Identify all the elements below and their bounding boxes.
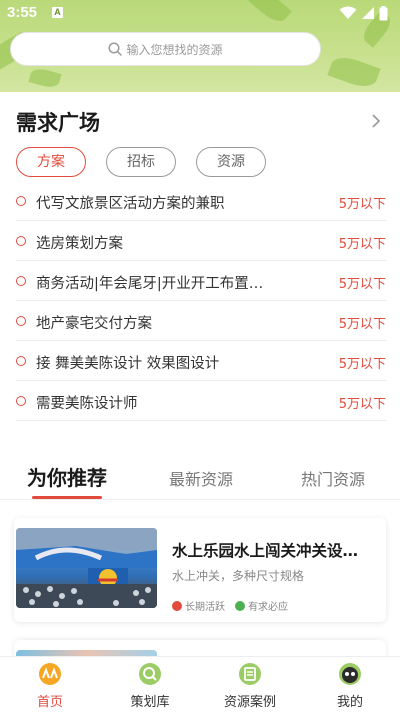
list-item[interactable]: 地产豪宅交付方案 5万以下 (16, 301, 386, 341)
tag-responsive: 有求必应 (235, 598, 288, 613)
header-banner: 3:55 A 输入您想找的资源 (0, 0, 400, 92)
demand-filter-tabs: 方案 招标 资源 (16, 147, 266, 177)
battery-icon (379, 5, 388, 20)
search-placeholder: 输入您想找的资源 (126, 42, 223, 57)
nav-resource-cases[interactable]: 资源案例 (200, 657, 300, 712)
demand-budget: 5万以下 (338, 237, 386, 252)
demand-budget: 5万以下 (338, 277, 386, 292)
resource-cases-icon (239, 663, 261, 685)
status-icons (339, 5, 388, 21)
demand-list: 代写文旅景区活动方案的兼职 5万以下 选房策划方案 5万以下 商务活动|年会尾牙… (16, 181, 386, 421)
home-icon (39, 663, 61, 685)
list-item[interactable]: 商务活动|年会尾牙|开业开工布置… 5万以下 (16, 261, 386, 301)
list-item[interactable]: 需要美陈设计师 5万以下 (16, 381, 386, 421)
planning-library-icon (139, 663, 161, 685)
nav-label: 首页 (36, 695, 63, 710)
bullet-icon (16, 356, 26, 366)
status-bar: 3:55 A (0, 0, 400, 26)
bullet-icon (16, 236, 26, 246)
chevron-right-icon[interactable] (368, 113, 384, 129)
wifi-icon (339, 6, 357, 19)
demand-square-title: 需求广场 (16, 111, 100, 135)
demand-budget: 5万以下 (338, 397, 386, 412)
check-icon (235, 600, 245, 611)
demand-budget: 5万以下 (338, 317, 386, 332)
bullet-icon (16, 316, 26, 326)
resource-tags: 长期活跃 有求必应 (172, 598, 288, 613)
search-icon (108, 42, 123, 56)
active-tab-indicator (32, 496, 102, 499)
demand-title: 选房策划方案 (36, 236, 123, 252)
bullet-icon (16, 196, 26, 206)
demand-title: 接 舞美美陈设计 效果图设计 (36, 356, 220, 372)
tag-label: 长期活跃 (185, 602, 225, 613)
demand-budget: 5万以下 (338, 357, 386, 372)
demand-title: 需要美陈设计师 (36, 396, 138, 412)
tab-recommended[interactable]: 为你推荐 (20, 456, 114, 500)
water-park-image (16, 528, 157, 608)
nav-profile[interactable]: 我的 (300, 657, 400, 712)
signal-icon (362, 7, 374, 19)
resource-thumbnail (16, 528, 157, 608)
resource-title: 水上乐园水上闯关冲关设… (172, 542, 359, 560)
recommend-tabs: 为你推荐 最新资源 热门资源 (0, 456, 400, 500)
bullet-icon (16, 396, 26, 406)
list-item[interactable]: 代写文旅景区活动方案的兼职 5万以下 (16, 181, 386, 221)
profile-icon (339, 663, 361, 685)
status-time: 3:55 (7, 4, 38, 21)
resource-card[interactable]: 水上乐园水上闯关冲关设… 水上冲关，多种尺寸规格 长期活跃 有求必应 (14, 518, 386, 622)
nav-label: 我的 (336, 695, 363, 710)
list-item[interactable]: 接 舞美美陈设计 效果图设计 5万以下 (16, 341, 386, 381)
nav-planning-library[interactable]: 策划库 (100, 657, 200, 712)
demand-budget: 5万以下 (338, 197, 386, 212)
demand-title: 商务活动|年会尾牙|开业开工布置… (36, 276, 264, 292)
resource-subtitle: 水上冲关，多种尺寸规格 (172, 569, 305, 583)
bullet-icon (16, 276, 26, 286)
tab-latest[interactable]: 最新资源 (154, 456, 248, 500)
nav-label: 策划库 (130, 695, 170, 710)
tag-label: 有求必应 (248, 602, 288, 613)
demand-title: 代写文旅景区活动方案的兼职 (36, 196, 225, 212)
tag-long-active: 长期活跃 (172, 598, 225, 613)
list-item[interactable]: 选房策划方案 5万以下 (16, 221, 386, 261)
tab-popular[interactable]: 热门资源 (286, 456, 380, 500)
nav-home[interactable]: 首页 (0, 657, 100, 712)
search-bar[interactable]: 输入您想找的资源 (10, 32, 321, 66)
notification-icon: A (52, 7, 63, 18)
filter-tab-resource[interactable]: 资源 (196, 147, 266, 177)
filter-tab-plan[interactable]: 方案 (16, 147, 86, 177)
leaf-decoration (28, 66, 62, 90)
leaf-decoration (327, 52, 381, 92)
filter-tab-bidding[interactable]: 招标 (106, 147, 176, 177)
demand-title: 地产豪宅交付方案 (36, 316, 152, 332)
bottom-nav: 首页 策划库 资源案例 我的 (0, 656, 400, 712)
nav-label: 资源案例 (223, 695, 276, 710)
heart-icon (172, 600, 182, 611)
